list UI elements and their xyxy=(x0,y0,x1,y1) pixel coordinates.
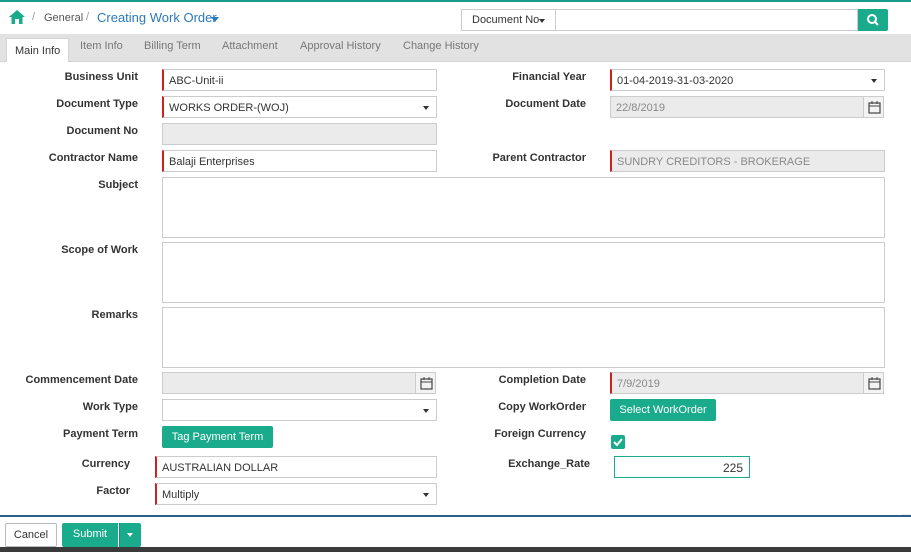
exchange-rate-input[interactable]: 225 xyxy=(614,456,750,478)
commencement-date-label: Commencement Date xyxy=(25,374,138,386)
tab-bar: Main Info Item Info Billing Term Attachm… xyxy=(0,34,911,63)
factor-label: Factor xyxy=(96,485,130,497)
cancel-button[interactable]: Cancel xyxy=(5,523,57,547)
page-title: Creating Work Order xyxy=(97,10,217,25)
parent-contractor-field: SUNDRY CREDITORS - BROKERAGE xyxy=(610,150,885,172)
contractor-name-field[interactable]: Balaji Enterprises xyxy=(162,150,437,172)
factor-value: Multiply xyxy=(162,489,200,501)
document-search-input[interactable] xyxy=(556,9,858,31)
work-type-select[interactable] xyxy=(162,399,437,421)
submit-button[interactable]: Submit xyxy=(62,523,118,547)
breadcrumb-general[interactable]: General xyxy=(44,12,83,24)
home-icon[interactable] xyxy=(9,10,25,24)
exchange-rate-label: Exchange_Rate xyxy=(508,458,590,470)
currency-label: Currency xyxy=(81,458,130,470)
copy-workorder-label: Copy WorkOrder xyxy=(498,401,586,413)
subject-textarea[interactable] xyxy=(162,177,885,238)
chevron-down-icon xyxy=(423,409,429,413)
tab-main-info[interactable]: Main Info xyxy=(6,38,70,63)
work-type-label: Work Type xyxy=(82,401,138,413)
document-date-calendar-button[interactable] xyxy=(863,96,884,118)
chevron-down-icon xyxy=(423,493,429,497)
financial-year-select[interactable]: 01-04-2019-31-03-2020 xyxy=(610,69,885,91)
document-date-field: 22/8/2019 xyxy=(610,96,864,118)
foreign-currency-checkbox[interactable] xyxy=(611,435,625,449)
chevron-down-icon xyxy=(871,79,877,83)
calendar-icon xyxy=(868,377,881,390)
calendar-icon xyxy=(420,377,433,390)
financial-year-label: Financial Year xyxy=(512,71,586,83)
checkmark-icon xyxy=(613,438,623,447)
chevron-down-icon xyxy=(127,533,133,537)
calendar-icon xyxy=(868,101,881,114)
document-no-label: Document No xyxy=(66,125,139,137)
contractor-name-label: Contractor Name xyxy=(48,152,138,164)
document-no-field xyxy=(162,123,437,145)
submit-options-button[interactable] xyxy=(119,523,141,547)
header-bar: / General / Creating Work Order Document… xyxy=(0,0,911,34)
business-unit-label: Business Unit xyxy=(64,71,138,83)
business-unit-field[interactable]: ABC-Unit-ii xyxy=(162,69,437,91)
select-workorder-button[interactable]: Select WorkOrder xyxy=(610,399,716,421)
document-type-label: Document Type xyxy=(56,98,138,110)
completion-date-label: Completion Date xyxy=(498,374,586,386)
completion-date-field: 7/9/2019 xyxy=(610,372,864,394)
currency-field[interactable]: AUSTRALIAN DOLLAR xyxy=(155,456,437,478)
chevron-down-icon xyxy=(423,106,429,110)
factor-select[interactable]: Multiply xyxy=(155,483,437,505)
remarks-textarea[interactable] xyxy=(162,307,885,368)
document-search-type-label: Document No xyxy=(472,14,540,26)
remarks-label: Remarks xyxy=(91,309,138,321)
tab-billing-term[interactable]: Billing Term xyxy=(144,40,201,52)
commencement-date-field xyxy=(162,372,416,394)
completion-date-calendar-button[interactable] xyxy=(863,372,884,394)
search-button[interactable] xyxy=(858,9,888,31)
tab-approval-history[interactable]: Approval History xyxy=(300,40,381,52)
breadcrumb-separator: / xyxy=(32,11,36,23)
payment-term-label: Payment Term xyxy=(63,428,138,440)
chevron-down-icon xyxy=(539,19,545,23)
document-search-type-dropdown[interactable]: Document No xyxy=(461,9,556,31)
scope-of-work-textarea[interactable] xyxy=(162,242,885,303)
search-icon xyxy=(867,14,879,26)
subject-label: Subject xyxy=(98,179,138,191)
foreign-currency-label: Foreign Currency xyxy=(494,428,586,440)
document-type-select[interactable]: WORKS ORDER-(WOJ) xyxy=(162,96,437,118)
document-type-value: WORKS ORDER-(WOJ) xyxy=(169,102,289,114)
breadcrumb-separator: / xyxy=(86,11,90,23)
chevron-down-icon[interactable] xyxy=(211,17,219,22)
commencement-date-calendar-button[interactable] xyxy=(415,372,436,394)
tab-item-info[interactable]: Item Info xyxy=(80,40,123,52)
scope-of-work-label: Scope of Work xyxy=(61,244,138,256)
tab-change-history[interactable]: Change History xyxy=(403,40,479,52)
window-bottom-edge xyxy=(0,547,911,552)
tab-attachment[interactable]: Attachment xyxy=(222,40,278,52)
financial-year-value: 01-04-2019-31-03-2020 xyxy=(617,75,734,87)
parent-contractor-label: Parent Contractor xyxy=(492,152,586,164)
tag-payment-term-button[interactable]: Tag Payment Term xyxy=(162,426,273,448)
document-date-label: Document Date xyxy=(505,98,586,110)
